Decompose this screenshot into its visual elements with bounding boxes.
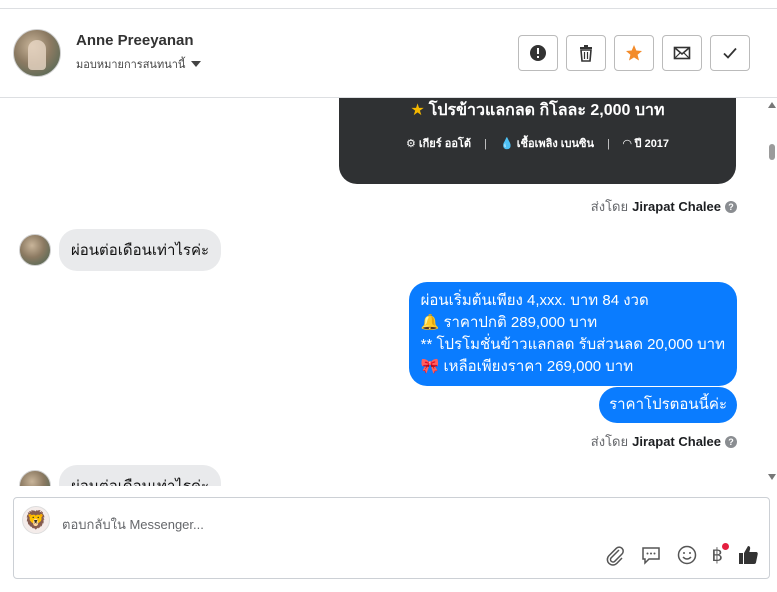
sent-by-label: ส่งโดย Jirapat Chalee ? [591, 431, 737, 452]
composer-toolbar: ฿ [604, 542, 759, 566]
help-icon[interactable]: ? [725, 435, 737, 448]
outgoing-message[interactable]: ผ่อนเริ่มต้นเพียง 4,xxx. บาท 84 งวด 🔔 รา… [408, 282, 737, 386]
message-line: ** โปรโมชั่นข้าวแลกลด รับส่วนลด 20,000 บ… [420, 336, 725, 353]
outgoing-message[interactable]: ราคาโปรตอนนี้ค่ะ [599, 387, 737, 423]
incoming-message[interactable]: ผ่อนต่อเดือนเท่าไรค่ะ [59, 229, 222, 271]
saved-replies-icon[interactable] [640, 544, 662, 566]
scroll-up-arrow-icon[interactable] [768, 102, 776, 108]
message-line: 🎀 เหลือเพียงราคา 269,000 บาท [420, 358, 634, 375]
assign-label: มอบหมายการสนทนานี้ [76, 59, 186, 71]
paperclip-icon[interactable] [604, 544, 626, 566]
thumbs-up-icon[interactable] [737, 544, 759, 566]
page-avatar: 🦁 [22, 506, 50, 534]
contact-avatar-small [19, 234, 51, 266]
notification-dot [722, 542, 729, 550]
conversation-header: Anne Preeyanan มอบหมายการสนทนานี้ [0, 9, 777, 98]
star-button[interactable] [614, 35, 654, 71]
star-icon: ★ [410, 102, 425, 119]
sender-name: Jirapat Chalee [632, 434, 721, 449]
help-icon[interactable]: ? [725, 200, 737, 213]
gear-icon: ⚙ [405, 138, 416, 150]
reply-composer[interactable]: 🦁 ตอบกลับใน Messenger... ฿ [13, 497, 770, 579]
exclamation-icon [530, 45, 546, 61]
sender-name: Jirapat Chalee [632, 199, 721, 214]
caret-down-icon [191, 61, 202, 67]
delete-button[interactable] [566, 35, 606, 71]
emoji-icon[interactable] [676, 544, 698, 566]
contact-avatar[interactable] [13, 29, 61, 77]
assign-conversation-dropdown[interactable]: มอบหมายการสนทนานี้ [76, 55, 202, 73]
separator: | [607, 138, 610, 150]
mark-spam-button[interactable] [518, 35, 558, 71]
scrollbar[interactable] [767, 98, 777, 486]
sent-by-label: ส่งโดย Jirapat Chalee ? [591, 196, 737, 217]
card-meta-fuel: เชื้อเพลิง เบนซิน [516, 138, 595, 150]
card-title: ★ โปรข้าวแลกลด กิโลละ 2,000 บาท [410, 102, 665, 119]
mark-unread-button[interactable] [662, 35, 702, 71]
message-line: 🔔 ราคาปกติ 289,000 บาท [420, 314, 598, 331]
contact-name[interactable]: Anne Preeyanan [76, 32, 194, 49]
trash-icon [580, 45, 592, 62]
message-thread[interactable]: ★ โปรข้าวแลกลด กิโลละ 2,000 บาท ⚙ เกียร์ … [0, 98, 767, 486]
mark-done-button[interactable] [710, 35, 750, 71]
scrollbar-thumb[interactable] [769, 144, 775, 160]
reply-input[interactable]: ตอบกลับใน Messenger... [62, 514, 204, 535]
card-meta-year: ปี 2017 [634, 138, 670, 150]
card-meta: ⚙ เกียร์ ออโต้ | 💧 เชื้อเพลิง เบนซิน | ◠… [339, 134, 736, 152]
card-meta-gear: เกียร์ ออโต้ [418, 138, 471, 150]
vehicle-offer-card[interactable]: ★ โปรข้าวแลกลด กิโลละ 2,000 บาท ⚙ เกียร์ … [339, 98, 736, 184]
contact-avatar-small [19, 470, 51, 486]
speedometer-icon: ◠ [623, 138, 632, 150]
message-line: ผ่อนเริ่มต้นเพียง 4,xxx. บาท 84 งวด [420, 292, 649, 309]
fuel-drop-icon: 💧 [499, 138, 514, 150]
incoming-message[interactable]: ผ่อนต่อเดือนเท่าไรค่ะ [59, 465, 222, 486]
envelope-icon [673, 46, 691, 60]
payment-icon[interactable]: ฿ [712, 542, 729, 566]
separator: | [484, 138, 487, 150]
star-icon [626, 45, 642, 61]
scroll-down-arrow-icon[interactable] [768, 474, 776, 480]
checkmark-icon [723, 47, 737, 59]
